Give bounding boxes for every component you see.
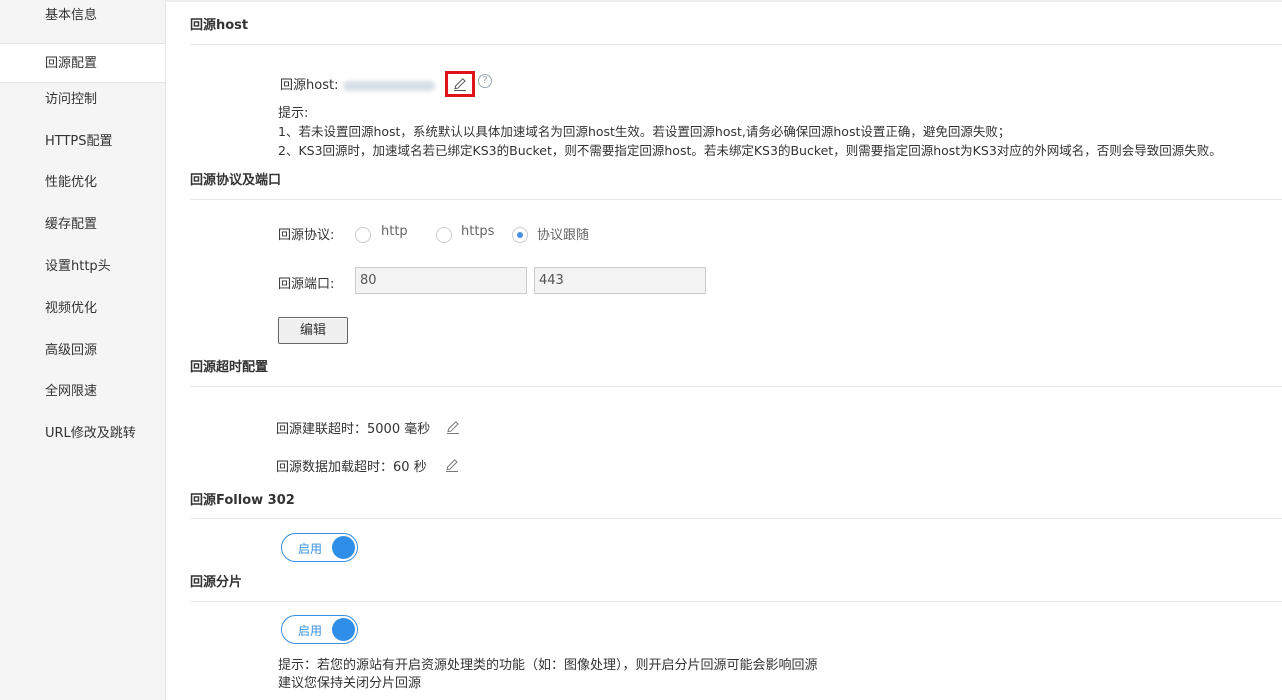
port-label: 回源端口: (278, 277, 335, 292)
section-title-protocol-port: 回源协议及端口 (190, 173, 282, 188)
divider (190, 44, 1282, 45)
origin-host-row: 回源host: (280, 74, 435, 93)
toggle-knob (332, 618, 355, 641)
tips-title: 提示: (278, 106, 309, 121)
edit-load-timeout-icon[interactable] (444, 457, 460, 473)
connect-timeout-value: 5000 (367, 422, 401, 437)
sidebar: 基本信息 回源配置 访问控制 HTTPS配置 性能优化 缓存配置 设置http头… (0, 0, 166, 700)
sidebar-item-rate-limit[interactable]: 全网限速 (0, 372, 165, 412)
section-title-origin-host: 回源host (190, 18, 249, 33)
protocol-label: 回源协议: (278, 228, 335, 243)
sidebar-item-advanced-origin[interactable]: 高级回源 (0, 331, 165, 371)
follow302-toggle[interactable]: 启用 (281, 533, 358, 562)
load-timeout-value: 60 (393, 460, 410, 475)
tip-line-1: 1、若未设置回源host，系统默认以具体加速域名为回源host生效。若设置回源h… (278, 124, 1011, 139)
sidebar-item-basic-info[interactable]: 基本信息 (0, 0, 165, 36)
sidebar-item-url-rewrite[interactable]: URL修改及跳转 (0, 414, 165, 454)
edit-host-button[interactable] (445, 71, 475, 97)
radio-https-label: https (461, 224, 495, 239)
range-toggle[interactable]: 启用 (281, 615, 358, 644)
https-port-input[interactable]: 443 (534, 267, 706, 294)
radio-http-label: http (381, 224, 408, 239)
pencil-icon (454, 78, 466, 91)
section-title-follow302: 回源Follow 302 (190, 493, 295, 508)
section-title-range: 回源分片 (190, 575, 243, 590)
load-timeout-unit: 秒 (413, 460, 427, 475)
radio-https[interactable] (436, 227, 452, 243)
load-timeout-label: 回源数据加载超时： (276, 460, 394, 475)
toggle-knob (332, 536, 355, 559)
edit-connect-timeout-icon[interactable] (445, 419, 461, 435)
help-icon[interactable]: ? (478, 74, 492, 88)
sidebar-item-access-control[interactable]: 访问控制 (0, 80, 165, 120)
radio-follow-protocol-label: 协议跟随 (537, 228, 590, 243)
http-port-input[interactable]: 80 (355, 267, 527, 294)
origin-host-label: 回源host: (280, 78, 339, 93)
edit-protocol-button[interactable]: 编辑 (278, 317, 348, 344)
sidebar-item-http-header[interactable]: 设置http头 (0, 247, 165, 287)
section-title-timeout: 回源超时配置 (190, 360, 269, 375)
connect-timeout-row: 回源建联超时：5000 毫秒 (276, 418, 430, 437)
divider (190, 601, 1282, 602)
tip-line-2: 2、KS3回源时，加速域名若已绑定KS3的Bucket，则不需要指定回源host… (278, 143, 1222, 158)
radio-http[interactable] (355, 227, 371, 243)
range-tip-line-2: 建议您保持关闭分片回源 (278, 676, 422, 691)
connect-timeout-label: 回源建联超时： (276, 422, 368, 437)
sidebar-item-origin-config[interactable]: 回源配置 (0, 43, 165, 83)
divider (190, 199, 1282, 200)
range-tip-line-1: 提示：若您的源站有开启资源处理类的功能（如：图像处理），则开启分片回源可能会影响… (278, 658, 818, 673)
divider (190, 518, 1282, 519)
origin-host-value-blurred (342, 80, 435, 91)
sidebar-item-performance[interactable]: 性能优化 (0, 163, 165, 203)
follow302-toggle-label: 启用 (298, 542, 323, 556)
sidebar-item-video[interactable]: 视频优化 (0, 289, 165, 329)
load-timeout-row: 回源数据加载超时：60 秒 (276, 456, 427, 475)
top-divider (166, 0, 1282, 2)
divider (190, 386, 1282, 387)
sidebar-item-https[interactable]: HTTPS配置 (0, 122, 165, 162)
radio-follow-protocol[interactable] (512, 227, 528, 243)
sidebar-item-cache[interactable]: 缓存配置 (0, 205, 165, 245)
range-toggle-label: 启用 (298, 624, 323, 638)
connect-timeout-unit: 毫秒 (404, 422, 431, 437)
